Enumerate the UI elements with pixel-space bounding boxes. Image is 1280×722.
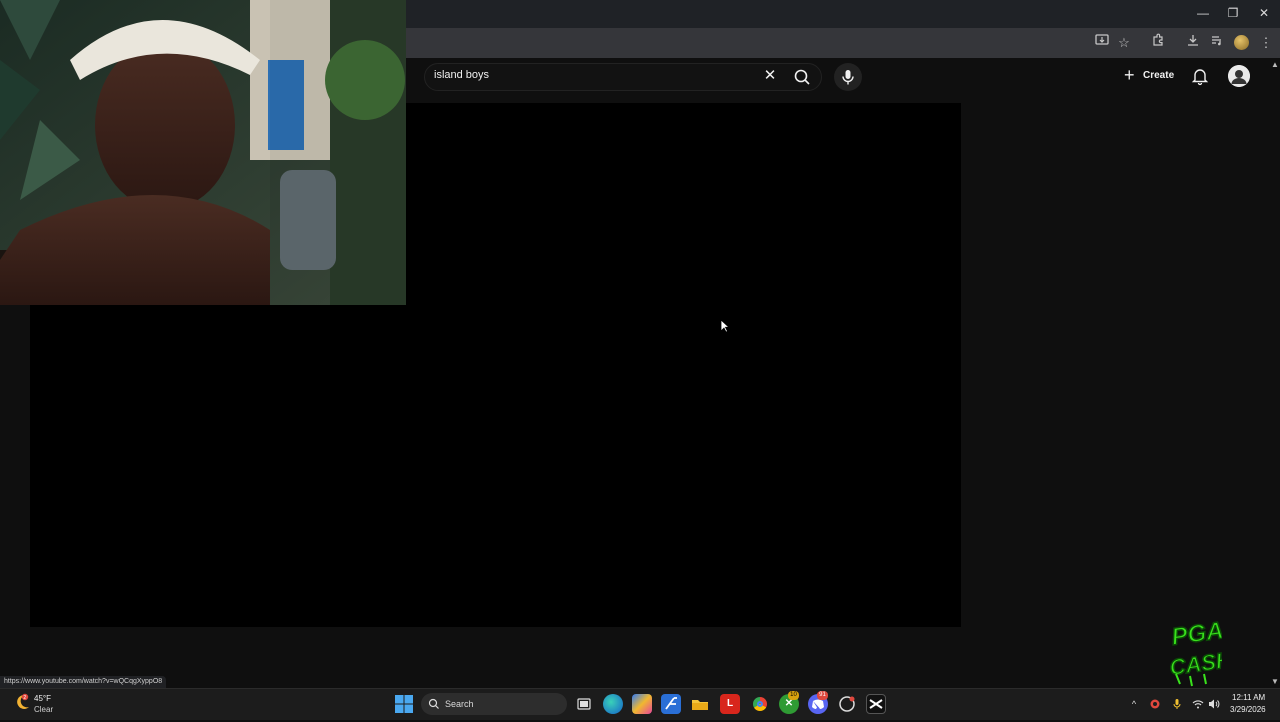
voice-search-button[interactable]	[834, 63, 862, 91]
taskbar-clock-date[interactable]: 3/29/2026	[1230, 705, 1266, 714]
show-hidden-icons-chevron-icon[interactable]: ^	[1128, 698, 1140, 710]
weather-condition: Clear	[34, 705, 54, 714]
tray-app-icon[interactable]	[1149, 698, 1161, 710]
pga-cash-logo: PGA CASH	[1166, 608, 1235, 688]
microphone-icon	[842, 70, 854, 85]
search-input-text[interactable]: island boys	[434, 69, 489, 81]
scroll-down-arrow[interactable]: ▼	[1270, 677, 1280, 687]
app-circle-icon[interactable]	[837, 694, 857, 714]
clear-search-icon[interactable]: ✕	[760, 66, 780, 86]
svg-text:PGA: PGA	[1170, 617, 1222, 651]
lenovo-l-icon[interactable]: L	[720, 694, 740, 714]
chrome-icon[interactable]	[750, 694, 770, 714]
file-explorer-icon[interactable]	[690, 694, 710, 714]
create-label: Create	[1143, 70, 1175, 81]
copilot-icon[interactable]	[632, 694, 652, 714]
kebab-menu-icon[interactable]: ⋮	[1256, 33, 1276, 53]
edge-icon[interactable]	[603, 694, 623, 714]
avatar[interactable]	[1228, 65, 1250, 87]
bookmark-star-icon[interactable]: ☆	[1114, 33, 1134, 53]
notifications-bell-icon[interactable]	[1190, 66, 1210, 86]
extensions-icon[interactable]	[1148, 33, 1168, 53]
media-controls-icon[interactable]	[1207, 33, 1227, 53]
windows-start-icon[interactable]	[395, 695, 413, 713]
scroll-up-arrow[interactable]: ▲	[1270, 60, 1280, 70]
profile-icon[interactable]	[1234, 35, 1249, 50]
taskbar-clock-time[interactable]: 12:11 AM	[1232, 693, 1265, 702]
wifi-icon[interactable]	[1192, 698, 1204, 710]
capcut-icon[interactable]	[866, 694, 886, 714]
plus-icon: +	[1124, 65, 1135, 85]
weather-moon-icon[interactable]: 2	[12, 692, 32, 712]
install-app-icon[interactable]	[1092, 33, 1112, 53]
downloads-icon[interactable]	[1183, 33, 1203, 53]
close-window-button[interactable]: ✕	[1254, 5, 1274, 21]
volume-icon[interactable]	[1208, 698, 1220, 710]
taskbar-search-box[interactable]	[421, 693, 567, 715]
minimize-button[interactable]: —	[1193, 5, 1213, 21]
weather-temperature: 45°F	[34, 694, 51, 703]
mouse-cursor-icon	[720, 319, 731, 333]
xbox-badge: 10	[788, 691, 799, 700]
status-bar-url: https://www.youtube.com/watch?v=wQCqgXyp…	[0, 676, 167, 688]
search-icon	[428, 697, 440, 709]
microphone-icon[interactable]	[1171, 698, 1183, 710]
task-view-icon[interactable]	[574, 694, 594, 714]
taskbar-search-label: Search	[445, 699, 474, 709]
search-icon[interactable]	[790, 65, 814, 89]
visual-studio-icon[interactable]	[661, 694, 681, 714]
discord-badge: 91	[817, 691, 828, 700]
svg-text:2: 2	[23, 695, 26, 701]
restore-button[interactable]: ❐	[1223, 5, 1243, 21]
webcam-overlay	[0, 0, 406, 305]
